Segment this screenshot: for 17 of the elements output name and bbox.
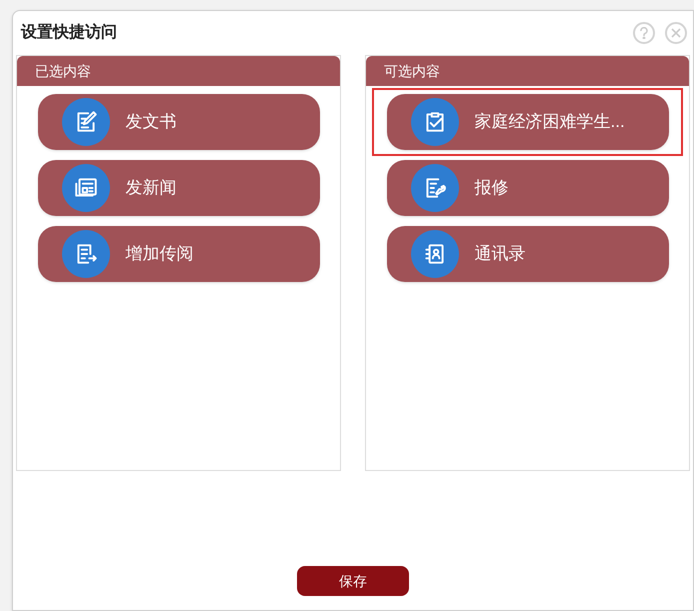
dialog-title: 设置快捷访问 (21, 22, 117, 43)
clipboard-check-icon (410, 98, 458, 146)
edit-document-icon (62, 98, 110, 146)
document-wrench-icon (410, 164, 458, 212)
save-button[interactable]: 保存 (297, 566, 409, 596)
close-icon[interactable] (665, 22, 687, 44)
newspaper-icon (62, 164, 110, 212)
contact-book-icon (410, 230, 458, 278)
panel-header: 已选内容 (17, 56, 340, 86)
panel-header: 可选内容 (366, 56, 689, 86)
help-icon[interactable] (633, 22, 655, 44)
shortcut-button[interactable]: 报修 (386, 160, 668, 216)
shortcut-button[interactable]: 通讯录 (386, 226, 668, 282)
shortcut-button[interactable]: 发文书 (38, 94, 320, 150)
shortcut-button[interactable]: 家庭经济困难学生... (386, 94, 668, 150)
shortcut-button[interactable]: 增加传阅 (38, 226, 320, 282)
shortcut-button[interactable]: 发新闻 (38, 160, 320, 216)
